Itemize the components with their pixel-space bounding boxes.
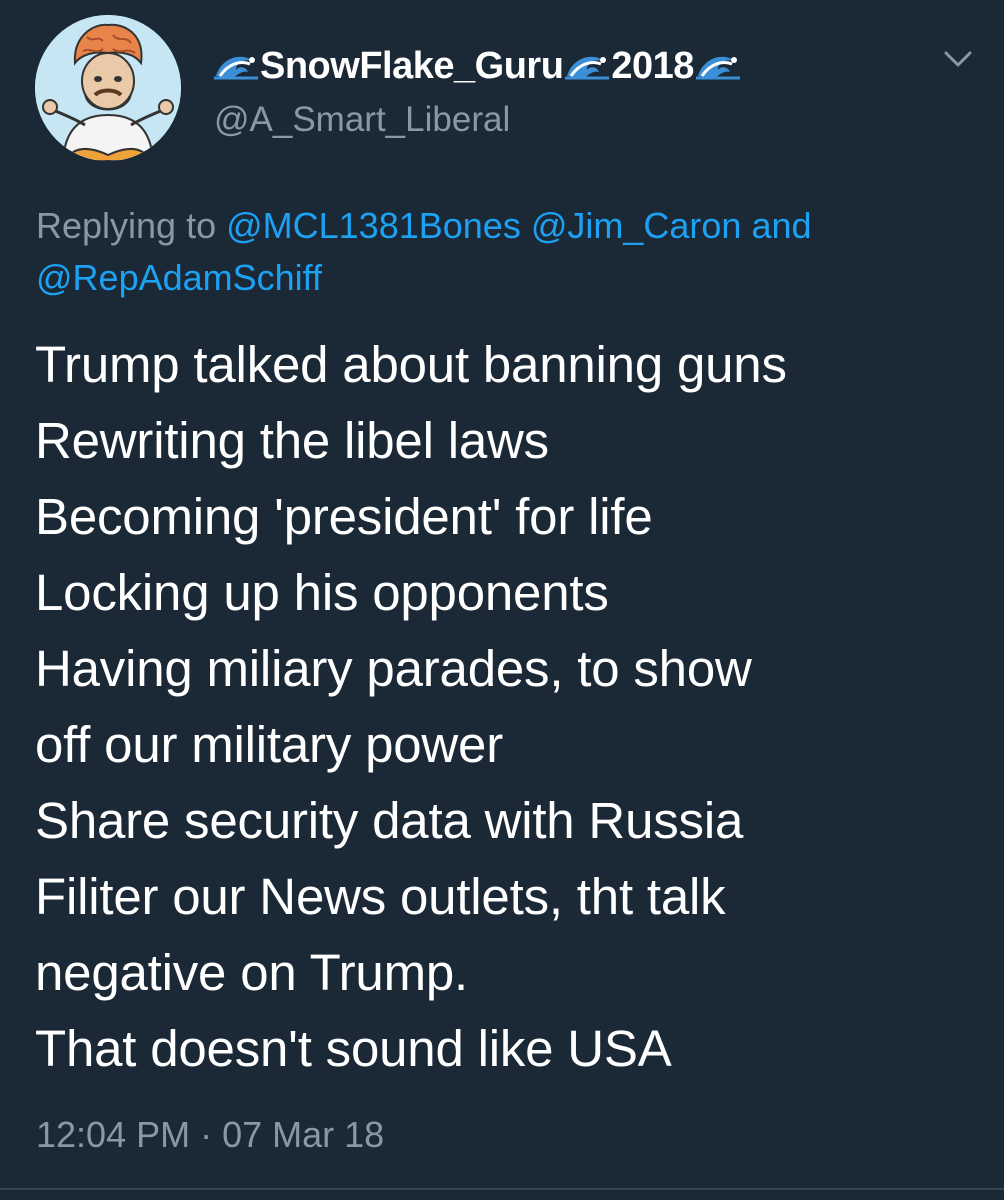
tweet-line: Becoming 'president' for life bbox=[35, 488, 653, 545]
tweet-time: 12:04 PM bbox=[36, 1114, 191, 1155]
user-handle[interactable]: @A_Smart_Liberal bbox=[214, 100, 510, 140]
divider bbox=[0, 1188, 1004, 1190]
tweet-line: Trump talked about banning guns bbox=[35, 336, 787, 393]
tweet-line: off our military power bbox=[35, 716, 503, 773]
display-name[interactable]: SnowFlake_Guru 2018 bbox=[212, 44, 742, 88]
tweet-date: 07 Mar 18 bbox=[222, 1114, 385, 1155]
tweet-line: Share security data with Russia bbox=[35, 792, 744, 849]
display-name-year: 2018 bbox=[611, 44, 694, 87]
replying-to-conjunction: and bbox=[741, 205, 812, 246]
water-wave-icon bbox=[695, 50, 740, 82]
water-wave-icon bbox=[565, 50, 610, 82]
mention-link[interactable]: @RepAdamSchiff bbox=[36, 257, 322, 298]
tweet-line: Locking up his opponents bbox=[35, 564, 609, 621]
tweet-line: Rewriting the libel laws bbox=[35, 412, 549, 469]
tweet-line: Having miliary parades, to show bbox=[35, 640, 752, 697]
replying-to-label: Replying to bbox=[36, 205, 227, 246]
tweet-line: That doesn't sound like USA bbox=[35, 1020, 672, 1077]
tweet-timestamp[interactable]: 12:04 PM · 07 Mar 18 bbox=[36, 1114, 384, 1156]
tweet-line: Filiter our News outlets, tht talk bbox=[35, 868, 726, 925]
tweet-line: negative on Trump. bbox=[35, 944, 468, 1001]
mention-link[interactable]: @MCL1381Bones bbox=[226, 205, 521, 246]
timestamp-separator: · bbox=[190, 1114, 223, 1155]
water-wave-icon bbox=[214, 50, 258, 82]
mention-link[interactable]: @Jim_Caron bbox=[531, 205, 742, 246]
avatar[interactable] bbox=[35, 15, 181, 161]
avatar-image bbox=[35, 15, 181, 161]
chevron-down-icon[interactable] bbox=[940, 44, 976, 74]
tweet-text: Trump talked about banning guns Rewritin… bbox=[35, 327, 985, 1087]
replying-to: Replying to @MCL1381Bones @Jim_Caron and… bbox=[36, 200, 976, 304]
display-name-text: SnowFlake_Guru bbox=[260, 44, 564, 87]
